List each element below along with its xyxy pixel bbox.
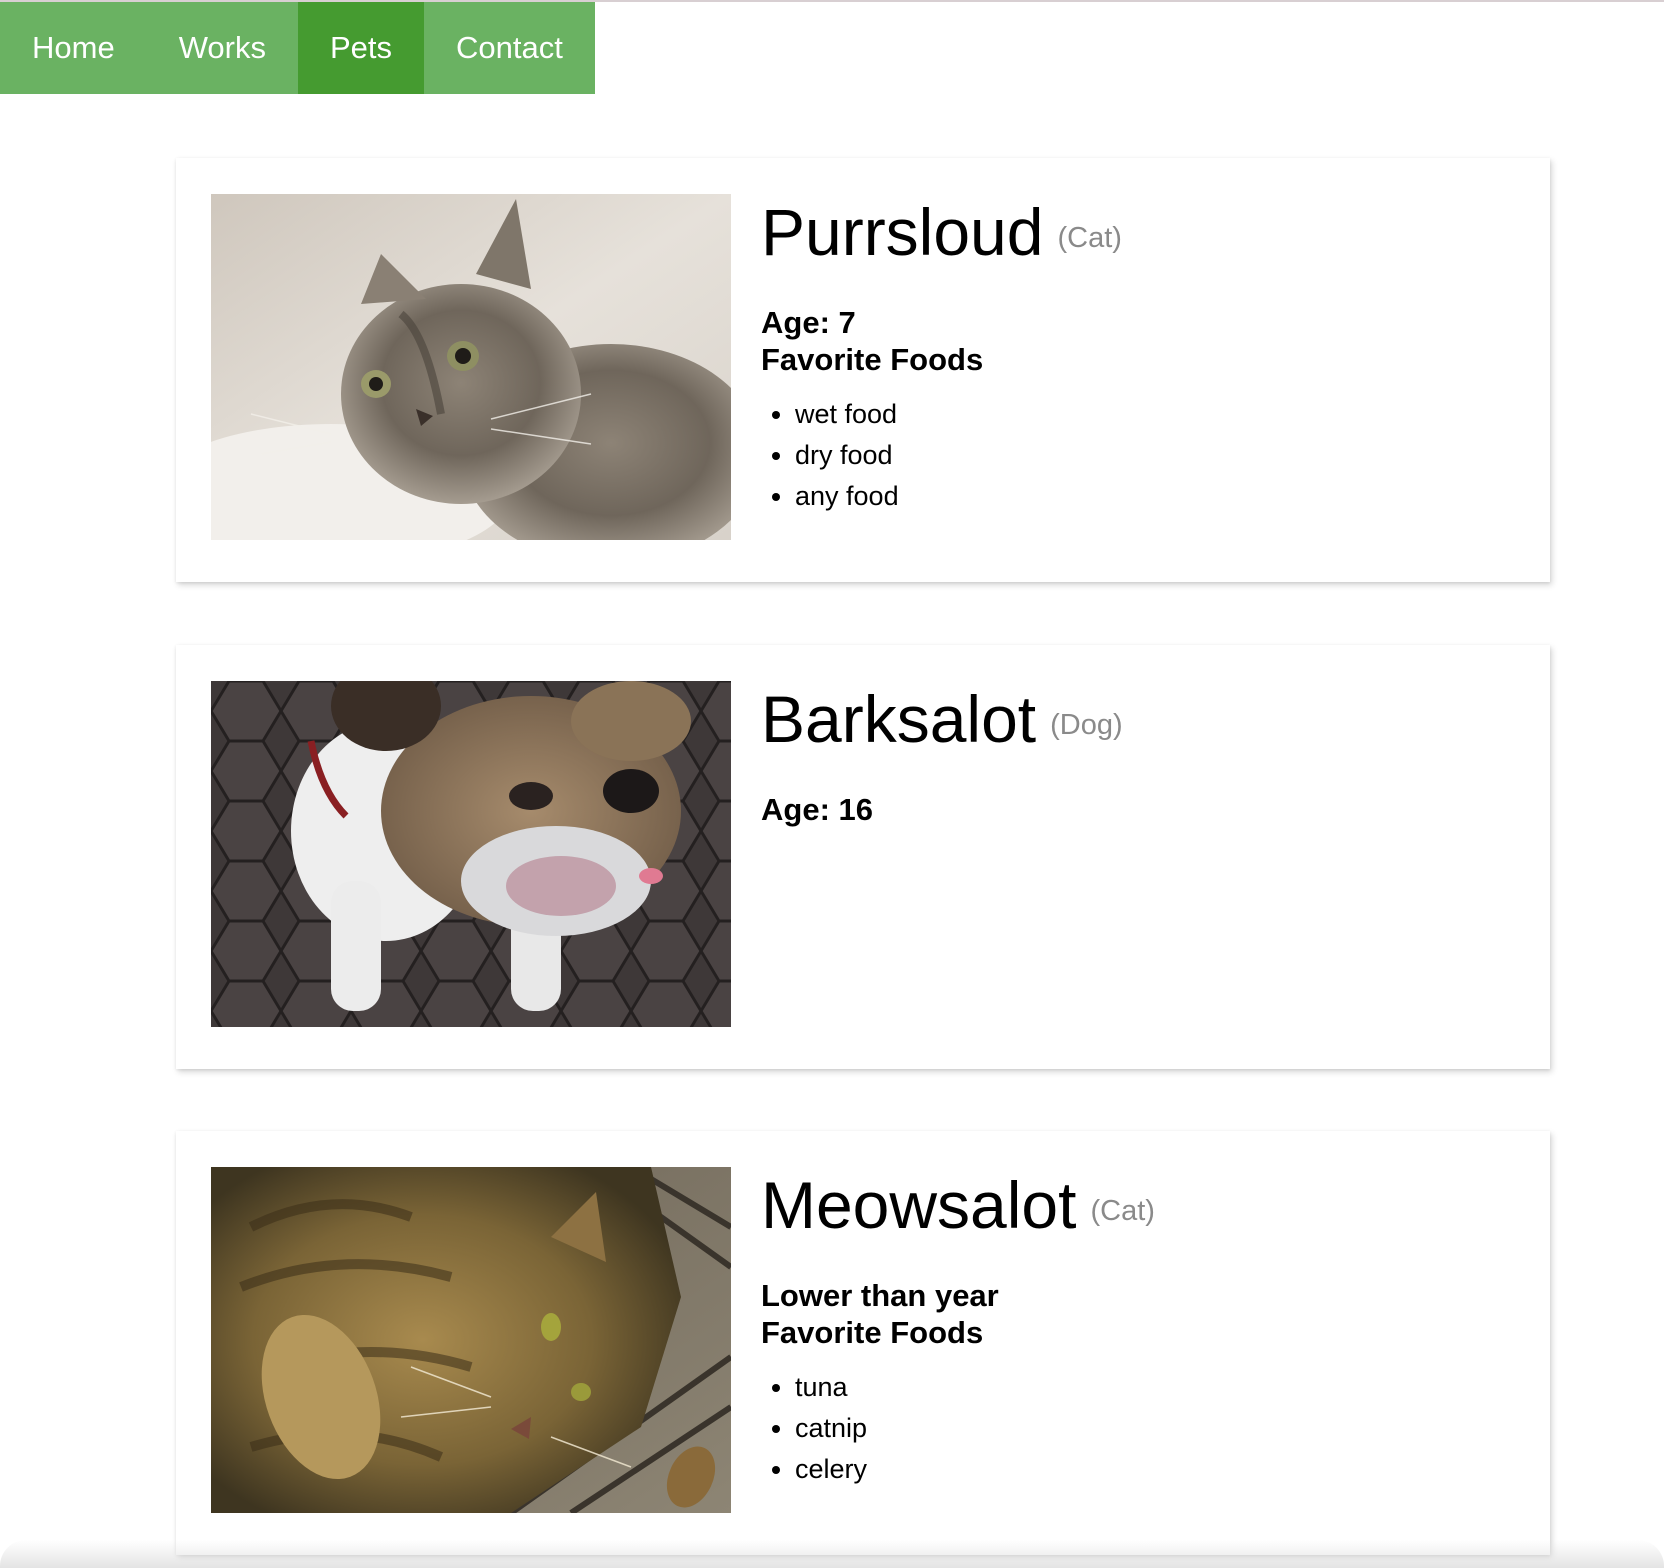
pet-card-purrsloud: Purrsloud (Cat) Age: 7 Favorite Foods wet…: [176, 158, 1550, 582]
list-item: dry food: [795, 435, 1530, 476]
bulldog-photo: [211, 681, 731, 1027]
favorite-foods-heading: Favorite Foods: [761, 1315, 984, 1350]
pet-info: Purrsloud (Cat) Age: 7 Favorite Foods wet…: [761, 194, 1530, 517]
pet-age: Age: 16: [761, 792, 873, 827]
list-item: any food: [795, 476, 1530, 517]
window-bottom-edge: [0, 1540, 1664, 1568]
list-item: celery: [795, 1449, 1530, 1490]
pet-facts: Age: 7 Favorite Foods: [761, 304, 1530, 378]
pet-age: Lower than year: [761, 1278, 999, 1313]
tabby-cat-photo: [211, 1167, 731, 1513]
pet-species: (Cat): [1057, 222, 1122, 254]
pet-card-barksalot: Barksalot (Dog) Age: 16: [176, 645, 1550, 1069]
pet-info: Barksalot (Dog) Age: 16: [761, 681, 1530, 828]
pet-age: Age: 7: [761, 305, 856, 340]
list-item: wet food: [795, 394, 1530, 435]
pet-name: Meowsalot: [761, 1168, 1077, 1242]
pet-facts: Age: 16: [761, 791, 1530, 828]
pet-facts: Lower than year Favorite Foods: [761, 1277, 1530, 1351]
pet-species: (Dog): [1050, 709, 1123, 741]
favorite-foods-list: wet food dry food any food: [761, 394, 1530, 517]
pet-species: (Cat): [1090, 1195, 1155, 1227]
pet-name: Barksalot: [761, 682, 1037, 756]
favorite-foods-heading: Favorite Foods: [761, 342, 984, 377]
pet-card-meowsalot: Meowsalot (Cat) Lower than year Favorite …: [176, 1131, 1550, 1555]
pet-name-heading: Purrsloud (Cat): [761, 194, 1530, 276]
pet-info: Meowsalot (Cat) Lower than year Favorite …: [761, 1167, 1530, 1490]
pet-name-heading: Meowsalot (Cat): [761, 1167, 1530, 1249]
pet-name-heading: Barksalot (Dog): [761, 681, 1530, 763]
pet-list: Purrsloud (Cat) Age: 7 Favorite Foods wet…: [0, 0, 1664, 1568]
list-item: catnip: [795, 1408, 1530, 1449]
kitten-photo: [211, 194, 731, 540]
favorite-foods-list: tuna catnip celery: [761, 1367, 1530, 1490]
list-item: tuna: [795, 1367, 1530, 1408]
pet-name: Purrsloud: [761, 195, 1044, 269]
